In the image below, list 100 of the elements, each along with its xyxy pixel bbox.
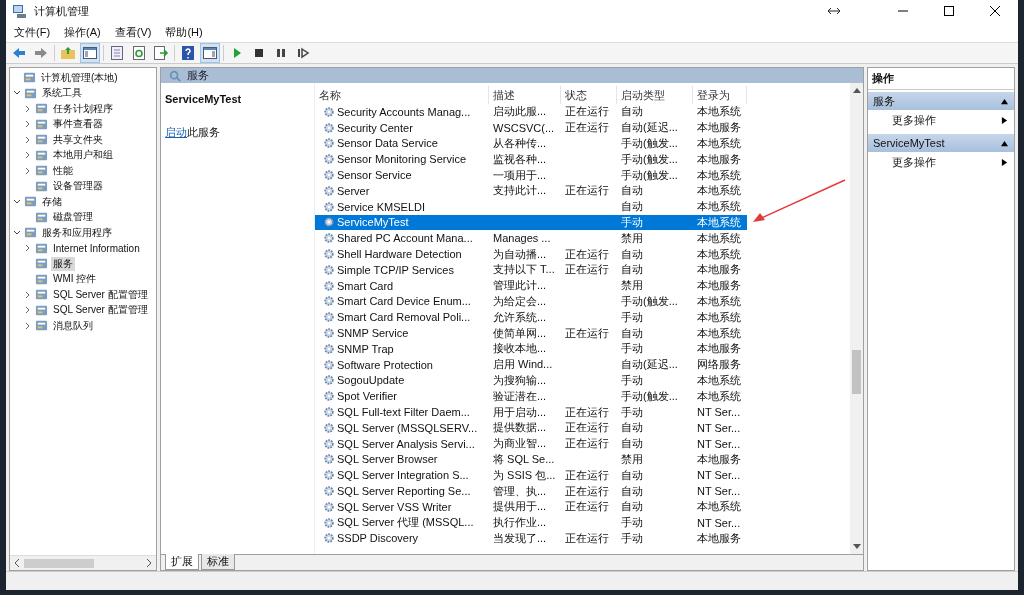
tree-item[interactable]: 性能 xyxy=(51,163,75,178)
tree-item[interactable]: 计算机管理(本地) xyxy=(39,70,120,85)
table-cell: 本地系统 xyxy=(697,246,741,262)
table-cell: Manages ... xyxy=(493,232,551,245)
column-header[interactable]: 状态 xyxy=(561,86,617,104)
table-cell: 正在运行 xyxy=(565,120,609,136)
service-row[interactable]: SQL Server Browser 将 SQL Se... 禁用 本地服务 xyxy=(315,451,850,468)
vertical-scrollbar[interactable] xyxy=(850,83,863,554)
service-row[interactable]: Shell Hardware Detection 为自动播... 正在运行 自动 本地系统 xyxy=(315,246,850,262)
menu-item[interactable]: 查看(V) xyxy=(114,24,152,40)
service-row[interactable]: Shared PC Account Mana... Manages ... 禁用 本地系统 xyxy=(315,230,850,247)
service-row[interactable]: Software Protection 启用 Wind... 自动(延迟... 网络服务 xyxy=(315,356,850,373)
table-cell: 禁用 xyxy=(621,278,643,294)
service-row[interactable]: SQL Server Analysis Servi... 为商业智... 正在运行 自动 NT Ser... xyxy=(315,435,850,452)
service-row[interactable]: SSDP Discovery 当发现了... 正在运行 手动 本地服务 xyxy=(315,530,850,547)
properties-icon[interactable] xyxy=(108,44,126,62)
panel-title: 服务 xyxy=(187,68,209,83)
tree-item[interactable]: 设备管理器 xyxy=(51,179,105,194)
service-row[interactable]: Spot Verifier 验证潜在... 手动(触发... 本地系统 xyxy=(315,388,850,405)
column-header[interactable]: 登录为 xyxy=(693,86,747,104)
help-icon[interactable] xyxy=(179,44,197,62)
service-row[interactable]: Security Center WSCSVC(... 正在运行 自动(延迟... 本地服务 xyxy=(315,119,850,136)
table-cell: 本地系统 xyxy=(697,309,741,325)
menu-item[interactable]: 操作(A) xyxy=(64,24,101,40)
table-cell: 监视各种... xyxy=(493,151,547,167)
tree-item[interactable]: 磁盘管理 xyxy=(51,210,95,225)
table-cell: SQL Server Integration S... xyxy=(337,469,469,482)
service-row[interactable]: SQL Full-text Filter Daem... 用于启动... 正在运行 手动 NT Ser... xyxy=(315,404,850,420)
service-row[interactable]: ServiceMyTest 手动 本地系统 xyxy=(315,214,747,231)
tree-item[interactable]: 服务 xyxy=(51,256,75,271)
tree-item[interactable]: 消息队列 xyxy=(51,318,95,333)
table-cell: 管理、执... xyxy=(493,483,547,499)
table-cell: 本地系统 xyxy=(697,293,741,309)
menu-item[interactable]: 文件(F) xyxy=(14,24,51,40)
service-row[interactable]: Smart Card Removal Poli... 允许系统... 手动 本地系统 xyxy=(315,309,850,326)
tree-item[interactable]: 系统工具 xyxy=(40,86,84,101)
tree-item[interactable]: WMI 控件 xyxy=(51,272,99,287)
folder-up-icon[interactable] xyxy=(59,44,77,62)
table-cell: 正在运行 xyxy=(565,483,609,499)
scroll-right-icon xyxy=(146,559,152,567)
service-row[interactable]: Security Accounts Manag... 启动此服... 正在运行 自动 本地系统 xyxy=(315,104,850,120)
tree-item[interactable]: SQL Server 配置管理 xyxy=(51,303,150,318)
service-row[interactable]: Smart Card Device Enum... 为给定会... 手动(触发... 本地系统 xyxy=(315,293,850,310)
action-section-header[interactable]: 服务 xyxy=(868,92,1014,110)
tree-pane-icon[interactable] xyxy=(81,44,99,62)
table-cell: Shell Hardware Detection xyxy=(337,248,462,261)
service-row[interactable]: SQL Server Reporting Se... 管理、执... 正在运行 自动 NT Ser... xyxy=(315,483,850,499)
table-cell: Service KMSELDI xyxy=(337,200,426,213)
service-row[interactable]: Smart Card 管理此计... 禁用 本地服务 xyxy=(315,277,850,294)
tree-item[interactable]: 任务计划程序 xyxy=(51,101,115,116)
scroll-thumb[interactable] xyxy=(852,349,861,394)
tree-item[interactable]: 共享文件夹 xyxy=(51,132,105,147)
table-cell: 自动(延迟... xyxy=(621,120,678,136)
action-item[interactable]: 更多操作 xyxy=(868,152,1014,172)
action-section-header[interactable]: ServiceMyTest xyxy=(868,134,1014,152)
service-row[interactable]: Sensor Data Service 从各种传... 手动(触发... 本地系统 xyxy=(315,135,850,152)
table-cell: 自动 xyxy=(621,183,643,199)
action-item[interactable]: 更多操作 xyxy=(868,110,1014,130)
column-header[interactable]: 名称 xyxy=(315,86,489,104)
view-tab[interactable]: 扩展 xyxy=(165,554,199,570)
collapse-icon xyxy=(1001,97,1008,105)
table-cell: 一项用于... xyxy=(493,167,547,183)
table-cell: 为 SSIS 包... xyxy=(493,467,556,483)
table-cell: 为商业智... xyxy=(493,436,547,452)
node-icon xyxy=(24,226,37,240)
service-row[interactable]: Service KMSELDI 自动 本地系统 xyxy=(315,198,850,215)
start-link[interactable]: 启动 xyxy=(165,126,187,138)
column-header[interactable]: 启动类型 xyxy=(617,86,693,104)
column-header[interactable]: 描述 xyxy=(489,86,561,104)
service-row[interactable]: SNMP Service 使简单网... 正在运行 自动 本地系统 xyxy=(315,325,850,341)
table-cell: 使简单网... xyxy=(493,325,547,341)
refresh-icon[interactable] xyxy=(130,44,148,62)
node-icon xyxy=(35,102,48,116)
tree-item[interactable]: SQL Server 配置管理 xyxy=(51,287,150,302)
table-cell: 本地系统 xyxy=(697,214,741,230)
tree-item[interactable]: 服务和应用程序 xyxy=(40,225,114,240)
service-row[interactable]: SNMP Trap 接收本地... 手动 本地服务 xyxy=(315,340,850,357)
service-row[interactable]: SQL Server Integration S... 为 SSIS 包... 正在运行 自动 NT Ser... xyxy=(315,467,850,484)
table-cell: 正在运行 xyxy=(565,436,609,452)
action-pane-icon[interactable] xyxy=(201,44,219,62)
computer-management-icon xyxy=(12,3,28,19)
service-row[interactable]: Simple TCP/IP Services 支持以下 T... 正在运行 自动 本地服务 xyxy=(315,261,850,278)
node-icon xyxy=(35,241,48,255)
tree-item[interactable]: 存储 xyxy=(40,194,64,209)
tree-item[interactable]: Internet Information xyxy=(51,242,142,254)
horizontal-scrollbar[interactable] xyxy=(10,555,156,570)
service-row[interactable]: Server 支持此计... 正在运行 自动 本地系统 xyxy=(315,183,850,199)
view-tab[interactable]: 标准 xyxy=(201,554,235,570)
menu-item[interactable]: 帮助(H) xyxy=(165,24,203,40)
export-icon[interactable] xyxy=(152,44,170,62)
table-cell: 手动 xyxy=(621,214,643,230)
tree-item[interactable]: 事件查看器 xyxy=(51,117,105,132)
service-row[interactable]: SQL Server VSS Writer 提供用于... 正在运行 自动 本地系统 xyxy=(315,498,850,515)
service-row[interactable]: Sensor Monitoring Service 监视各种... 手动(触发... 本地服务 xyxy=(315,151,850,168)
service-row[interactable]: SogouUpdate 为搜狗输... 手动 本地系统 xyxy=(315,372,850,389)
service-row[interactable]: SQL Server (MSSQLSERV... 提供数据... 正在运行 自动 NT Ser... xyxy=(315,419,850,436)
service-row[interactable]: Sensor Service 一项用于... 手动(触发... 本地系统 xyxy=(315,167,850,183)
node-icon xyxy=(35,257,48,271)
service-row[interactable]: SQL Server 代理 (MSSQL... 执行作业... 手动 NT Ser... xyxy=(315,514,850,531)
tree-item[interactable]: 本地用户和组 xyxy=(51,148,115,163)
